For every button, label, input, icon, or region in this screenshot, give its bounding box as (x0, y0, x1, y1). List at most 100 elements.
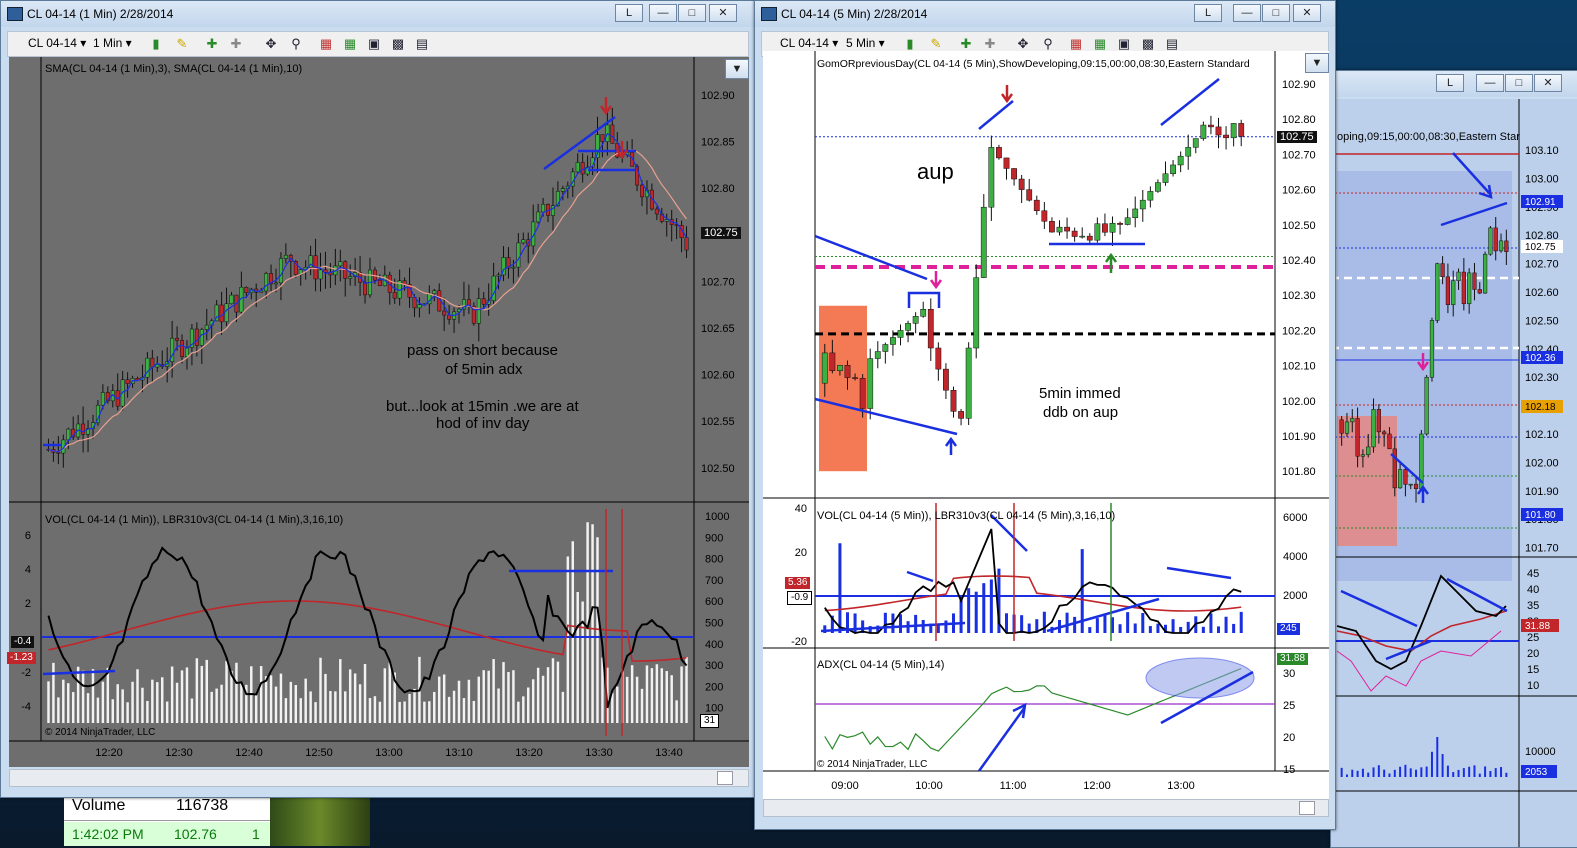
time-axis-tick: 09:00 (831, 780, 859, 792)
panel-dropdown-button[interactable]: ▼ (1305, 53, 1329, 73)
indicator-right-tick: 2000 (1283, 590, 1307, 602)
candle-body (1408, 483, 1413, 486)
time-axis-tick: 10:00 (915, 780, 943, 792)
horizontal-scrollbar[interactable] (763, 799, 1329, 817)
candle-body (100, 392, 105, 406)
candle-body (1026, 189, 1033, 201)
candle-body (912, 316, 919, 324)
candle-body (1124, 217, 1131, 225)
candle-body (1117, 222, 1123, 225)
candle-body (852, 377, 858, 379)
candle-body (204, 324, 209, 330)
candle-body (575, 162, 580, 173)
candle-body (829, 352, 836, 371)
time-axis-tick: 13:10 (445, 747, 473, 759)
price-axis-tick: 102.85 (701, 137, 735, 149)
candle-body (476, 298, 481, 324)
candle-body (1185, 147, 1192, 157)
indicator-tag-a: -0.4 (11, 636, 35, 648)
candle-body (338, 261, 343, 267)
candle-body (1493, 227, 1498, 252)
candle-body (1424, 376, 1429, 435)
desktop-wallpaper-fragment (270, 790, 370, 846)
candle-body (1064, 226, 1070, 232)
candle-body (511, 266, 516, 269)
indicator-axis-tick: 25 (1527, 632, 1539, 644)
time-axis-tick: 12:20 (95, 747, 123, 759)
price-axis-tick: 102.70 (1525, 259, 1559, 271)
price-axis-tick: 102.70 (701, 276, 735, 288)
chart-15min-svg[interactable]: 103.10103.00102.90102.80102.70102.60102.… (1331, 71, 1577, 847)
highlight-ellipse (1145, 657, 1255, 699)
candle-body (1360, 454, 1366, 457)
indicator-right-tick: 1000 (705, 511, 729, 523)
candle-body (180, 340, 185, 358)
candle-body (1086, 235, 1093, 241)
note-aup: aup (917, 159, 954, 184)
indicator-panel-header: VOL(CL 04-14 (1 Min)), LBR310v3(CL 04-14… (45, 514, 344, 526)
indicator-axis-tick: 45 (1527, 568, 1539, 580)
candle-body (1467, 272, 1472, 305)
candle-body (958, 411, 964, 419)
scrollbar-thumb[interactable] (1299, 801, 1315, 815)
candle-body (1440, 263, 1445, 278)
candle-body (417, 304, 422, 309)
candle-body (640, 184, 644, 198)
price-axis-tick: 102.60 (701, 370, 735, 382)
price-axis-tick: 102.55 (701, 416, 735, 428)
indicator-right-tick: 100 (705, 703, 723, 715)
note-look-at-15min: but...look at 15min .we are at (386, 398, 579, 415)
candle-body (224, 303, 229, 323)
candle-body (229, 294, 234, 305)
candle-body (219, 304, 224, 323)
price-axis-tick: 102.80 (1282, 114, 1316, 126)
candle-body (1215, 126, 1222, 136)
candle-body (859, 378, 866, 409)
indicator-right-tick: 200 (705, 681, 723, 693)
indicator-right-tick: 6000 (1283, 512, 1307, 524)
candle-body (1477, 289, 1482, 294)
scrollbar-thumb[interactable] (717, 771, 733, 785)
candle-body (1102, 223, 1108, 233)
chart-1min-svg[interactable]: 102.90 102.85 102.80 102.75 102.70 102.65 102.… (1, 1, 754, 797)
candle-body (1223, 134, 1229, 139)
candle-body (1177, 155, 1184, 166)
trade-size: 1 (252, 826, 260, 842)
candle-body (125, 379, 130, 384)
candle-body (1079, 235, 1086, 238)
time-axis-tick: 11:00 (1000, 780, 1027, 792)
candle-body (1413, 483, 1419, 489)
candle-body (988, 147, 995, 208)
candle-body (1435, 263, 1440, 321)
price-axis-tick: 102.80 (701, 183, 735, 195)
price-tag: 102.91 (1525, 197, 1556, 208)
candle-body (943, 368, 949, 391)
candle-body (1041, 210, 1048, 222)
candle-body (244, 287, 249, 294)
candle-body (1387, 433, 1392, 450)
candle-body (684, 237, 689, 251)
time-and-sales-panel: Volume 116738 1:42:02 PM 102.76 1 (64, 792, 270, 846)
indicator-right-tick: 700 (705, 575, 723, 587)
time-axis-tick: 13:30 (585, 747, 613, 759)
candle-body (1139, 199, 1146, 210)
trade-price: 102.76 (174, 826, 217, 842)
horizontal-scrollbar[interactable] (9, 769, 749, 787)
time-axis-tick: 13:00 (375, 747, 403, 759)
panel-dropdown-button[interactable]: ▼ (725, 59, 749, 79)
price-axis-tick: 102.70 (1282, 149, 1316, 161)
volume-value: 116738 (176, 797, 229, 814)
candle-body (1451, 280, 1456, 305)
chart-window-1min: CL 04-14 (1 Min) 2/28/2014 L — □ ✕ CL 04… (0, 0, 755, 798)
price-axis-tick: 102.00 (1282, 396, 1316, 408)
candle-body (1498, 240, 1504, 252)
candle-body (1371, 409, 1376, 448)
indicator-left-tick: 2 (25, 598, 31, 610)
adx-tag: 31.88 (1277, 653, 1309, 665)
price-tag: 102.75 (1525, 242, 1556, 253)
candle-body (66, 428, 71, 441)
indicator-tag-b: -0.9 (787, 591, 813, 605)
candle-body (560, 188, 565, 192)
candle-body (278, 258, 283, 284)
price-tag: 102.36 (1525, 353, 1556, 364)
